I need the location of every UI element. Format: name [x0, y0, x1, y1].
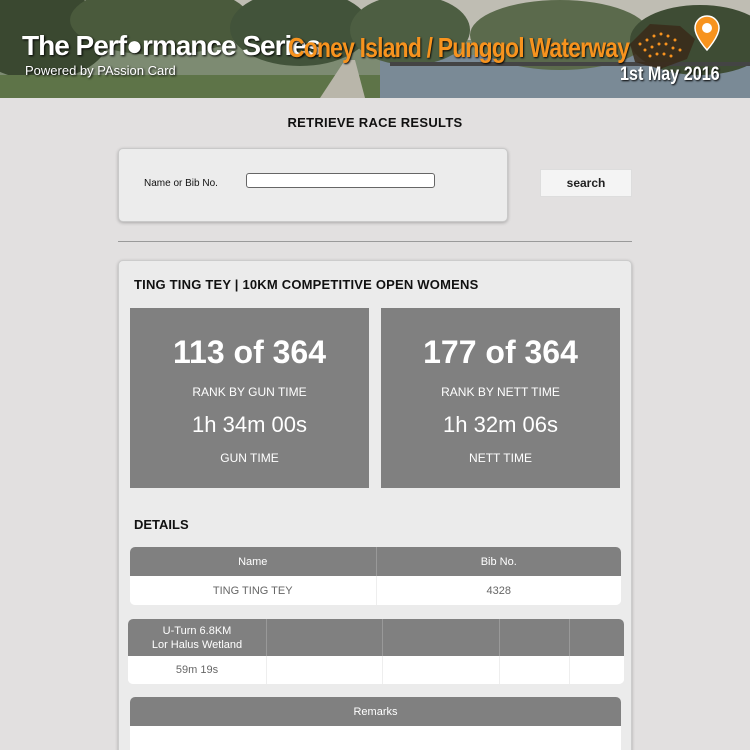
nett-rank-value: 177 of 364	[423, 334, 578, 370]
split-empty-header	[499, 619, 569, 656]
table-row: TING TING TEY 4328	[130, 576, 621, 605]
split-empty-cell	[382, 656, 499, 684]
table-header-row: Remarks	[130, 697, 621, 726]
table-header-row: Name Bib No.	[130, 547, 621, 576]
runner-name-cell: TING TING TEY	[212, 584, 293, 597]
gun-rank-value: 113 of 364	[173, 334, 326, 370]
results-panel: TING TING TEY | 10KM COMPETITIVE OPEN WO…	[118, 260, 632, 750]
nett-time-label: NETT TIME	[469, 451, 532, 465]
series-logo-title: The Perf●rmance Series	[22, 30, 321, 61]
remarks-cell	[130, 726, 621, 750]
details-heading: DETAILS	[134, 517, 189, 532]
runner-info-table: Name Bib No. TING TING TEY 4328	[130, 547, 621, 605]
split-uturn-time-cell: 59m 19s	[175, 664, 219, 676]
event-banner: The Perf●rmance Series Powered by PAssio…	[0, 0, 750, 98]
powered-by-text: Powered by PAssion Card	[25, 63, 176, 78]
split-uturn-header: U-Turn 6.8KM Lor Halus Wetland	[128, 619, 266, 656]
remarks-header: Remarks	[353, 705, 398, 718]
split-times-table: U-Turn 6.8KM Lor Halus Wetland 59m 19s	[128, 619, 624, 684]
gun-time-label: GUN TIME	[220, 451, 279, 465]
split-empty-cell	[569, 656, 624, 684]
page-title: RETRIEVE RACE RESULTS	[287, 115, 463, 130]
split-empty-cell	[266, 656, 382, 684]
event-name: Coney Island / Punggol Waterway	[288, 32, 630, 63]
split-empty-header	[382, 619, 499, 656]
split-header-line1: U-Turn 6.8KM	[162, 624, 232, 637]
split-empty-cell	[499, 656, 569, 684]
nett-time-stat-box: 177 of 364 RANK BY NETT TIME 1h 32m 06s …	[381, 308, 620, 488]
event-date: 1st May 2016	[620, 64, 720, 85]
search-button[interactable]: search	[540, 169, 632, 197]
bib-number-cell: 4328	[375, 576, 622, 605]
gun-time-value: 1h 34m 00s	[192, 412, 307, 437]
search-label: Name or Bib No.	[144, 178, 218, 189]
bib-column-header: Bib No.	[375, 547, 622, 576]
name-column-header: Name	[238, 555, 268, 568]
divider	[118, 241, 632, 242]
split-empty-header	[569, 619, 624, 656]
split-empty-header	[266, 619, 382, 656]
search-panel: Name or Bib No.	[118, 148, 508, 222]
runner-category-title: TING TING TEY | 10KM COMPETITIVE OPEN WO…	[134, 277, 479, 292]
table-row: 59m 19s	[128, 656, 624, 684]
gun-time-stat-box: 113 of 364 RANK BY GUN TIME 1h 34m 00s G…	[130, 308, 369, 488]
table-header-row: U-Turn 6.8KM Lor Halus Wetland	[128, 619, 624, 656]
nett-rank-label: RANK BY NETT TIME	[441, 385, 560, 399]
name-or-bib-input[interactable]	[246, 173, 435, 188]
table-row	[130, 726, 621, 750]
remarks-table: Remarks	[130, 697, 621, 750]
split-header-line2: Lor Halus Wetland	[151, 638, 243, 651]
gun-rank-label: RANK BY GUN TIME	[192, 385, 307, 399]
nett-time-value: 1h 32m 06s	[443, 412, 558, 437]
